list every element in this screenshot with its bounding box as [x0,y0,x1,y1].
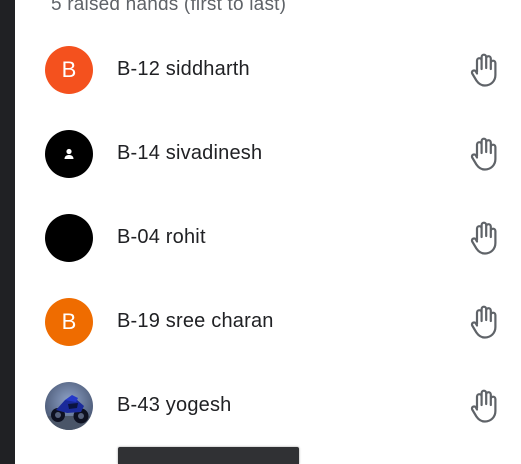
avatar: B [45,46,93,94]
avatar [45,130,93,178]
raised-hand-icon[interactable] [469,136,499,172]
raised-hand-icon[interactable] [469,220,499,256]
avatar-initial: B [61,309,77,334]
avatar-initial: B [61,57,77,82]
raised-hand-icon[interactable] [469,388,499,424]
participant-name: B-14 sivadinesh [117,142,263,164]
participant-row: B B-12 siddharth [15,26,521,110]
raised-hands-panel: 5 raised hands (first to last) B B-12 si… [15,0,521,464]
avatar [45,214,93,262]
participant-name: B-43 yogesh [117,394,232,416]
left-rail [0,0,15,464]
raised-hand-icon[interactable] [469,304,499,340]
tooltip-popup [118,447,299,464]
participant-name: B-12 siddharth [117,58,250,80]
participant-row: B-14 sivadinesh [15,110,521,194]
avatar: B [45,298,93,346]
person-icon [64,148,74,159]
avatar-photo [45,382,93,430]
raised-hands-header: 5 raised hands (first to last) [51,0,287,15]
participant-row: B B-19 sree charan [15,278,521,362]
participant-row: B-04 rohit [15,194,521,278]
raised-hand-icon[interactable] [469,52,499,88]
participant-name: B-19 sree charan [117,310,274,332]
participant-row: B-43 yogesh [15,362,521,446]
participant-name: B-04 rohit [117,226,206,248]
